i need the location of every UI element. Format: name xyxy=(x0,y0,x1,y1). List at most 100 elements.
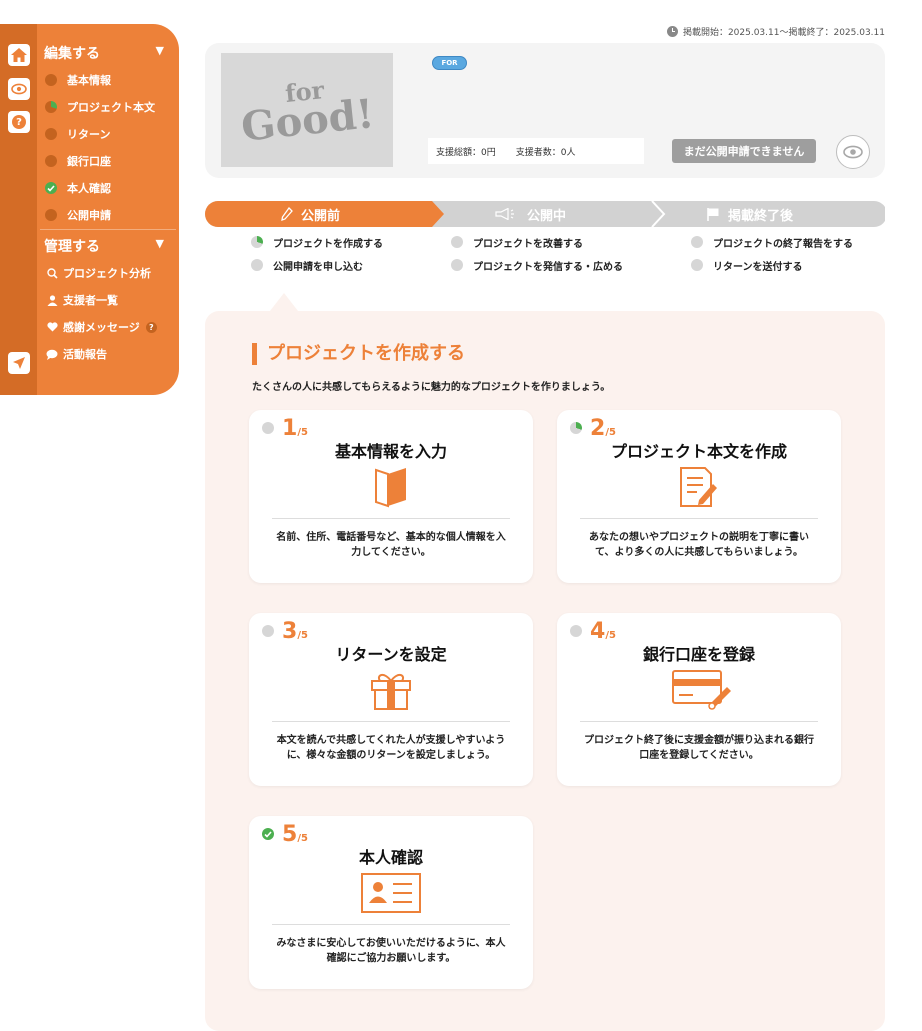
step-label: 公開前 xyxy=(301,208,341,224)
section-title: プロジェクトを作成する xyxy=(252,343,465,365)
step-card-returns[interactable]: 3/5 リターンを設定 本文を読んで共感してくれた人が支援しやすいように、様々な… xyxy=(249,613,533,786)
card-description: あなたの想いやプロジェクトの説明を丁寧に書いて、より多くの人に共感してもらいまし… xyxy=(589,532,809,558)
edit-heading[interactable]: 編集する ▼ xyxy=(44,43,168,63)
project-stats: 支援総額：0円 支援者数：0人 xyxy=(428,138,644,164)
document-edit-icon xyxy=(679,466,719,512)
sidebar-item-supporters[interactable]: 支援者一覧 xyxy=(45,292,118,308)
card-divider xyxy=(580,518,818,519)
status-dot-icon xyxy=(45,155,57,167)
task-label: リターンを送付する xyxy=(713,261,803,273)
send-button[interactable] xyxy=(8,352,30,374)
status-dot-icon xyxy=(451,236,463,248)
total-support: 支援総額：0円 xyxy=(436,147,496,158)
sidebar-item-bank-account[interactable]: 銀行口座 xyxy=(45,153,111,169)
task-promote-project[interactable]: プロジェクトを発信する・広める xyxy=(451,258,623,273)
sidebar-item-label: 公開申請 xyxy=(67,209,111,222)
sidebar-item-label: 基本情報 xyxy=(67,74,111,87)
status-dot-icon xyxy=(251,259,263,271)
panel-pointer xyxy=(270,293,298,311)
status-dot-icon xyxy=(570,625,582,637)
task-list-before-publish: プロジェクトを作成する 公開申請を申し込む xyxy=(251,235,383,281)
card-description: 名前、住所、電話番号など、基本的な個人情報を入力してください。 xyxy=(276,532,506,558)
task-label: プロジェクトを作成する xyxy=(273,238,383,250)
card-divider xyxy=(272,924,510,925)
manage-heading[interactable]: 管理する ▼ xyxy=(44,236,168,256)
publish-request-button[interactable]: まだ公開申請できません xyxy=(672,139,816,163)
task-list-after-end: プロジェクトの終了報告をする リターンを送付する xyxy=(691,235,853,281)
status-dot-icon xyxy=(262,625,274,637)
status-dot-icon xyxy=(691,259,703,271)
sidebar-item-returns[interactable]: リターン xyxy=(45,126,110,142)
for-badge: FOR xyxy=(432,56,467,70)
id-card-icon xyxy=(360,872,422,918)
step-after-end[interactable]: 掲載終了後 xyxy=(706,201,793,227)
book-icon xyxy=(374,466,408,512)
sidebar-item-analytics[interactable]: プロジェクト分析 xyxy=(45,265,151,281)
step-card-bank-account[interactable]: 4/5 銀行口座を登録 プロジェクト終了後に支援金額が振り込まれる銀行口座を登録… xyxy=(557,613,841,786)
flag-icon xyxy=(707,208,719,221)
credit-card-icon xyxy=(671,669,733,715)
card-description: プロジェクト終了後に支援金額が振り込まれる銀行口座を登録してください。 xyxy=(584,735,814,761)
sidebar-item-label: 感謝メッセージ xyxy=(63,321,140,334)
help-icon: ? xyxy=(12,115,26,129)
status-dot-icon xyxy=(45,128,57,140)
sidebar-item-label: 本人確認 xyxy=(67,182,111,195)
step-card-basic-info[interactable]: 1/5 基本情報を入力 名前、住所、電話番号など、基本的な個人情報を入力してくだ… xyxy=(249,410,533,583)
task-apply-publish[interactable]: 公開申請を申し込む xyxy=(251,258,383,273)
clock-icon xyxy=(666,26,678,37)
sidebar-item-publish-request[interactable]: 公開申請 xyxy=(45,207,111,223)
sidebar-item-activity-report[interactable]: 活動報告 xyxy=(45,346,107,362)
sidebar-item-label: 銀行口座 xyxy=(67,155,111,168)
sidebar-item-identity[interactable]: 本人確認 xyxy=(45,180,111,196)
status-dot-icon xyxy=(691,236,703,248)
task-label: プロジェクトを発信する・広める xyxy=(473,261,623,273)
card-title: 本人確認 xyxy=(358,848,423,867)
card-divider xyxy=(272,518,510,519)
help-icon[interactable]: ? xyxy=(145,321,157,333)
task-final-report[interactable]: プロジェクトの終了報告をする xyxy=(691,235,853,250)
home-icon xyxy=(11,48,27,62)
sidebar-item-basic-info[interactable]: 基本情報 xyxy=(45,72,111,88)
card-divider xyxy=(580,721,818,722)
sidebar-item-label: プロジェクト分析 xyxy=(63,267,151,280)
sidebar: ? 編集する ▼ 基本情報 プロジェクト本文 リターン 銀行口座 本人確認 公開… xyxy=(0,24,179,395)
task-create-project[interactable]: プロジェクトを作成する xyxy=(251,235,383,250)
task-improve-project[interactable]: プロジェクトを改善する xyxy=(451,235,623,250)
edit-heading-label: 編集する xyxy=(44,46,100,62)
person-icon xyxy=(45,294,59,306)
step-publishing[interactable]: 公開中 xyxy=(495,201,566,227)
section-description: たくさんの人に共感してもらえるように魅力的なプロジェクトを作りましょう。 xyxy=(252,382,611,393)
card-title: リターンを設定 xyxy=(335,645,447,664)
eye-icon xyxy=(11,83,27,95)
project-thumbnail[interactable]: for Good! xyxy=(221,53,393,167)
sidebar-item-label: リターン xyxy=(67,128,111,141)
card-title: 基本情報を入力 xyxy=(334,442,447,461)
card-description: みなさまに安心してお使いいただけるように、本人確認にご協力お願いします。 xyxy=(276,938,506,964)
speech-bubble-icon xyxy=(45,349,59,360)
card-title: 銀行口座を登録 xyxy=(642,645,755,664)
pencil-icon xyxy=(281,207,293,221)
send-icon xyxy=(13,357,25,369)
step-label: 掲載終了後 xyxy=(728,208,794,224)
card-title: プロジェクト本文を作成 xyxy=(610,442,787,461)
step-card-identity[interactable]: 5/5 本人確認 みなさまに安心してお使いいただけるように、本人確認にご協力お願… xyxy=(249,816,533,989)
sidebar-item-thanks-message[interactable]: 感謝メッセージ ? xyxy=(45,319,157,335)
step-card-project-body[interactable]: 2/5 プロジェクト本文を作成 あなたの想いやプロジェクトの説明を丁寧に書いて、… xyxy=(557,410,841,583)
project-summary-card: for Good! FOR 支援総額：0円 支援者数：0人 まだ公開申請できませ… xyxy=(205,43,885,178)
preview-button[interactable] xyxy=(836,135,870,169)
check-icon xyxy=(262,828,274,840)
partial-progress-icon xyxy=(251,236,263,248)
task-list-publishing: プロジェクトを改善する プロジェクトを発信する・広める xyxy=(451,235,623,281)
sidebar-item-project-body[interactable]: プロジェクト本文 xyxy=(45,99,155,115)
check-icon xyxy=(45,182,57,194)
megaphone-icon xyxy=(495,208,514,220)
help-button[interactable]: ? xyxy=(8,111,30,133)
task-label: プロジェクトの終了報告をする xyxy=(713,238,853,250)
sidebar-item-label: 支援者一覧 xyxy=(63,294,118,307)
step-before-publish[interactable]: 公開前 xyxy=(281,201,340,227)
step-label: 公開中 xyxy=(527,208,567,224)
preview-rail-button[interactable] xyxy=(8,78,30,100)
task-send-returns[interactable]: リターンを送付する xyxy=(691,258,853,273)
heart-icon xyxy=(45,322,59,332)
home-button[interactable] xyxy=(8,44,30,66)
